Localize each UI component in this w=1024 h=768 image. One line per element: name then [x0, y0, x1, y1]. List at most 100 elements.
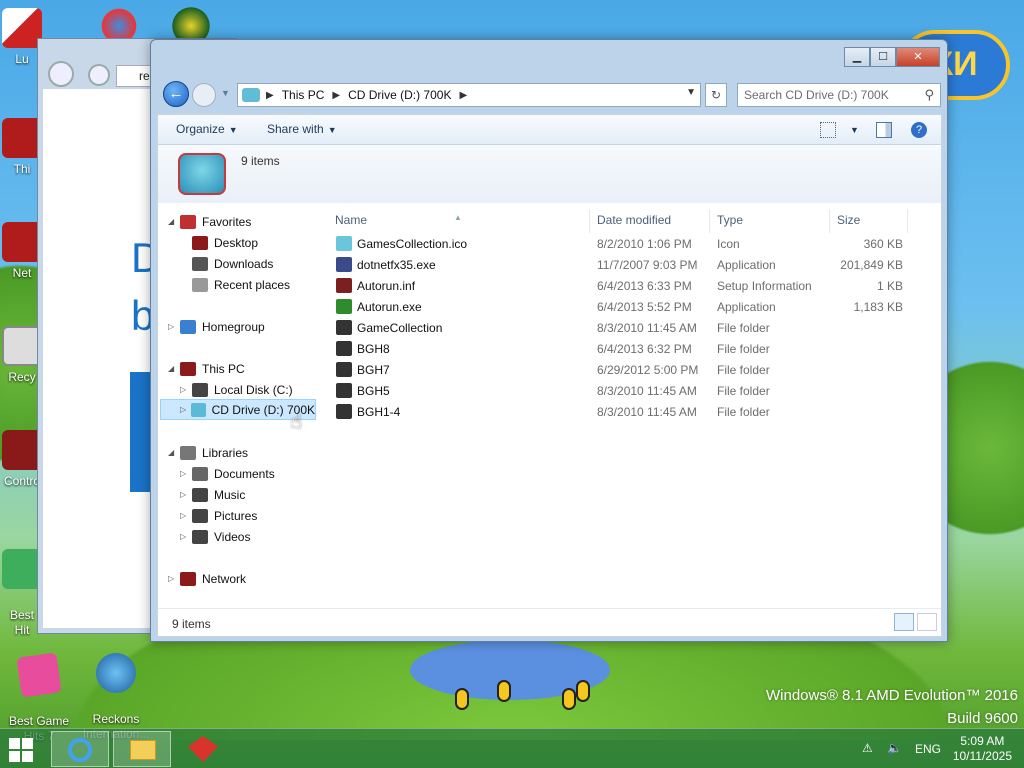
nav-libraries[interactable]: ◢ Libraries: [168, 442, 248, 463]
language-indicator[interactable]: ENG: [915, 742, 941, 756]
nav-label: Music: [214, 487, 246, 502]
disk-icon: [192, 382, 208, 397]
file-row[interactable]: GamesCollection.ico 8/2/2010 1:06 PM Icon 3…: [328, 233, 940, 254]
file-date: 6/4/2013 5:52 PM: [597, 300, 692, 314]
music-icon: [192, 487, 208, 502]
refresh-button[interactable]: ↻: [705, 83, 727, 107]
desktop-icon-label: Recy: [8, 370, 36, 384]
downloads-icon: [192, 256, 208, 271]
expand-icon[interactable]: ▷: [180, 405, 189, 414]
nav-music[interactable]: ▷ Music: [180, 484, 245, 505]
expand-icon[interactable]: ▷: [180, 490, 190, 499]
minimize-button[interactable]: ▁: [844, 47, 870, 67]
file-row[interactable]: BGH8 6/4/2013 6:32 PM File folder: [328, 338, 940, 359]
taskbar-app-icon[interactable]: [188, 736, 218, 762]
expand-icon[interactable]: ▷: [180, 469, 190, 478]
nav-pictures[interactable]: ▷ Pictures: [180, 505, 257, 526]
sort-indicator-icon: ▲: [454, 213, 462, 222]
file-date: 8/2/2010 1:06 PM: [597, 237, 692, 251]
address-dropdown-icon[interactable]: ▼: [686, 87, 696, 98]
clock[interactable]: 5:09 AM 10/11/2025: [953, 734, 1012, 764]
desktop-icon-reckons[interactable]: Reckons Internation...: [76, 638, 156, 742]
nav-homegroup[interactable]: ▷ Homegroup: [168, 316, 265, 337]
maximize-button[interactable]: ☐: [870, 47, 896, 67]
start-button[interactable]: [8, 737, 40, 763]
folder-icon: [336, 341, 352, 356]
caption-buttons: ▁ ☐ ✕: [844, 47, 940, 67]
collapse-icon[interactable]: ◢: [168, 364, 178, 373]
network-status-icon[interactable]: ⚠: [862, 741, 873, 755]
file-row[interactable]: GameCollection 8/3/2010 11:45 AM File fold…: [328, 317, 940, 338]
column-header-type[interactable]: Type: [710, 209, 830, 233]
breadcrumb-cd-drive[interactable]: CD Drive (D:) 700K: [348, 88, 451, 102]
help-icon[interactable]: ?: [911, 122, 927, 138]
network-icon: [2, 222, 42, 262]
file-name-cell: BGH7: [336, 362, 390, 377]
file-size: 1 KB: [876, 279, 903, 293]
back-button[interactable]: ←: [163, 81, 189, 107]
file-explorer-window[interactable]: ▁ ☐ ✕ ← ▼ ▶ This PC ▶ CD Drive (D:) 700K…: [150, 39, 948, 642]
nav-documents[interactable]: ▷ Documents: [180, 463, 275, 484]
search-icon[interactable]: ⚲: [924, 87, 934, 103]
nav-favorites[interactable]: ◢ Favorites: [168, 211, 251, 232]
search-input[interactable]: Search CD Drive (D:) 700K ⚲: [737, 83, 941, 107]
volume-muted-icon[interactable]: 🔈: [887, 741, 902, 755]
breadcrumb-separator: ▶: [332, 89, 341, 101]
column-header-size[interactable]: Size: [830, 209, 908, 233]
file-row[interactable]: Autorun.exe 6/4/2013 5:52 PM Application 1,…: [328, 296, 940, 317]
file-name: BGH1-4: [357, 404, 401, 419]
nav-local-disk[interactable]: ▷ Local Disk (C:): [180, 379, 293, 400]
file-row[interactable]: BGH5 8/3/2010 11:45 AM File folder: [328, 380, 940, 401]
file-row[interactable]: BGH1-4 8/3/2010 11:45 AM File folder: [328, 401, 940, 422]
cd-drive-icon: [242, 88, 260, 102]
file-name-cell: Autorun.exe: [336, 299, 422, 314]
file-row[interactable]: BGH7 6/29/2012 5:00 PM File folder: [328, 359, 940, 380]
nav-desktop[interactable]: Desktop: [180, 232, 258, 253]
share-with-button[interactable]: Share with ▼: [267, 122, 337, 136]
file-name: Autorun.inf: [357, 278, 416, 293]
expand-icon[interactable]: ▷: [168, 574, 178, 583]
expand-icon[interactable]: ▷: [180, 385, 190, 394]
recycle-bin-icon: [2, 326, 42, 366]
file-size: 360 KB: [863, 237, 903, 251]
nav-videos[interactable]: ▷ Videos: [180, 526, 250, 547]
collapse-icon[interactable]: ◢: [168, 448, 178, 457]
expand-icon[interactable]: ▷: [180, 511, 190, 520]
browser-forward-button[interactable]: [88, 64, 110, 86]
breadcrumb-separator: ▶: [459, 89, 468, 101]
file-date: 8/3/2010 11:45 AM: [597, 321, 697, 335]
collapse-icon[interactable]: ◢: [168, 217, 178, 226]
nav-downloads[interactable]: Downloads: [180, 253, 273, 274]
view-options-dropdown[interactable]: ▼: [846, 122, 859, 136]
browser-back-button[interactable]: [48, 61, 74, 87]
breadcrumb-this-pc[interactable]: This PC: [282, 88, 325, 102]
forward-button[interactable]: [192, 83, 216, 107]
recent-locations-dropdown[interactable]: ▼: [221, 88, 230, 98]
file-row[interactable]: dotnetfx35.exe 11/7/2007 9:03 PM Applicati…: [328, 254, 940, 275]
column-header-name[interactable]: ▲ Name: [328, 209, 590, 233]
file-type: Setup Information: [717, 279, 812, 293]
address-bar[interactable]: ▶ This PC ▶ CD Drive (D:) 700K ▶ ▼: [237, 83, 701, 107]
details-view-icon[interactable]: [894, 613, 914, 631]
videos-icon: [192, 529, 208, 544]
change-view-icon[interactable]: [820, 122, 836, 138]
breadcrumb-separator: ▶: [266, 89, 274, 101]
large-icons-view-icon[interactable]: [917, 613, 937, 631]
expand-icon[interactable]: ▷: [168, 322, 178, 331]
file-type: Application: [717, 300, 776, 314]
taskbar-internet-explorer[interactable]: [51, 731, 109, 767]
file-name-cell: GameCollection: [336, 320, 442, 335]
nav-recent-places[interactable]: Recent places: [180, 274, 290, 295]
preview-pane-icon[interactable]: [876, 122, 892, 138]
taskbar-file-explorer[interactable]: [113, 731, 171, 767]
nav-this-pc[interactable]: ◢ This PC: [168, 358, 245, 379]
file-row[interactable]: Autorun.inf 6/4/2013 6:33 PM Setup Informa…: [328, 275, 940, 296]
expand-icon[interactable]: ▷: [180, 532, 190, 541]
nav-network[interactable]: ▷ Network: [168, 568, 246, 589]
file-name-cell: BGH8: [336, 341, 390, 356]
nav-label: Libraries: [202, 445, 249, 460]
column-header-date[interactable]: Date modified: [590, 209, 710, 233]
nav-label: Desktop: [214, 235, 259, 250]
organize-button[interactable]: Organize ▼: [176, 122, 238, 136]
close-button[interactable]: ✕: [896, 47, 940, 67]
